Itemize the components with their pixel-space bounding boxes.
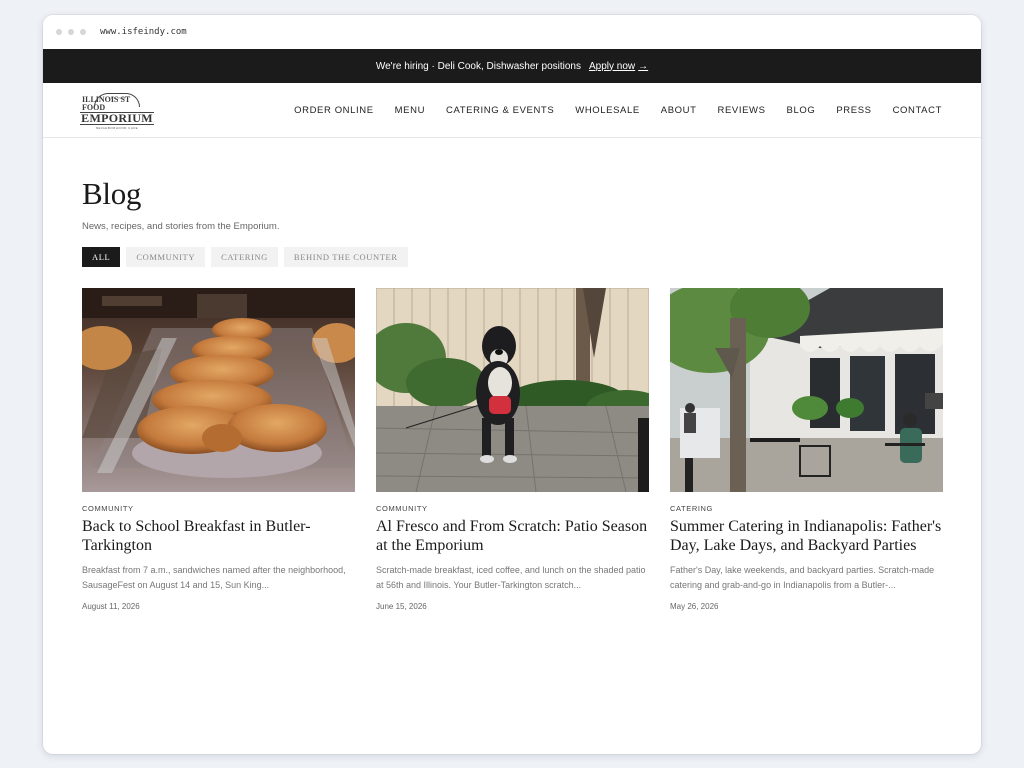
nav-contact[interactable]: CONTACT [893, 105, 942, 116]
nav-about[interactable]: ABOUT [661, 105, 697, 116]
post-category: CATERING [670, 504, 713, 513]
browser-titlebar: www.isfeindy.com [43, 15, 981, 49]
braided-pastry-photo[interactable] [82, 288, 355, 492]
filter-community[interactable]: COMMUNITY [126, 247, 206, 267]
filter-all[interactable]: ALL [82, 247, 121, 267]
blog-content: Blog News, recipes, and stories from the… [43, 176, 981, 611]
nav-catering-events[interactable]: CATERING & EVENTS [446, 105, 554, 116]
main-nav: ORDER ONLINE MENU CATERING & EVENTS WHOL… [294, 105, 942, 116]
nav-press[interactable]: PRESS [836, 105, 871, 116]
post-title[interactable]: Summer Catering in Indianapolis: Father'… [670, 517, 943, 555]
nav-order-online[interactable]: ORDER ONLINE [294, 105, 374, 116]
arrow-right-icon: → [638, 60, 649, 72]
emporium-logo[interactable]: EST. 1976 ILLINOIS ST FOOD EMPORIUM NEIG… [80, 93, 154, 130]
post-date: May 26, 2026 [670, 602, 719, 611]
announcement-text: We're hiring · Deli Cook, Dishwasher pos… [375, 60, 581, 72]
page-subtitle: News, recipes, and stories from the Empo… [82, 221, 280, 232]
logo-estd: EST. 1976 [108, 96, 126, 100]
logo-line3: NEIGHBORHOOD CAFE [95, 126, 139, 130]
post-date: June 15, 2026 [376, 602, 427, 611]
nav-blog[interactable]: BLOG [787, 105, 816, 116]
apply-now-link[interactable]: Apply now → [589, 61, 648, 72]
close-dot-icon[interactable] [56, 29, 62, 35]
address-bar[interactable]: www.isfeindy.com [100, 27, 187, 37]
nav-menu[interactable]: MENU [395, 105, 425, 116]
post-excerpt: Scratch-made breakfast, iced coffee, and… [376, 565, 646, 590]
apply-now-label: Apply now [589, 60, 636, 72]
minimize-dot-icon[interactable] [68, 29, 74, 35]
post-title[interactable]: Al Fresco and From Scratch: Patio Season… [376, 517, 649, 555]
category-filters: ALL COMMUNITY CATERING BEHIND THE COUNTE… [82, 247, 942, 267]
post-category: COMMUNITY [376, 504, 428, 513]
post-date: August 11, 2026 [82, 602, 140, 611]
post-category: COMMUNITY [82, 504, 134, 513]
nav-reviews[interactable]: REVIEWS [718, 105, 766, 116]
maximize-dot-icon[interactable] [80, 29, 86, 35]
logo-line2: EMPORIUM [80, 111, 154, 125]
browser-window: www.isfeindy.com We're hiring · Deli Coo… [43, 15, 981, 754]
post-card[interactable]: CATERING Summer Catering in Indianapolis… [670, 288, 943, 611]
filter-catering[interactable]: CATERING [211, 247, 278, 267]
nav-wholesale[interactable]: WHOLESALE [575, 105, 640, 116]
post-excerpt: Breakfast from 7 a.m., sandwiches named … [82, 565, 346, 590]
post-card[interactable]: COMMUNITY Al Fresco and From Scratch: Pa… [376, 288, 649, 611]
storefront-patio-photo[interactable] [670, 288, 943, 492]
announcement-bar: We're hiring · Deli Cook, Dishwasher pos… [43, 49, 981, 83]
post-card[interactable]: COMMUNITY Back to School Breakfast in Bu… [82, 288, 355, 611]
window-controls [56, 29, 86, 35]
page-title: Blog [82, 176, 142, 211]
post-excerpt: Father's Day, lake weekends, and backyar… [670, 565, 935, 590]
filter-behind-the-counter[interactable]: BEHIND THE COUNTER [283, 247, 408, 267]
site-header: EST. 1976 ILLINOIS ST FOOD EMPORIUM NEIG… [43, 83, 981, 138]
post-grid: COMMUNITY Back to School Breakfast in Bu… [82, 288, 943, 611]
dog-on-patio-photo[interactable] [376, 288, 649, 492]
post-title[interactable]: Back to School Breakfast in Butler-Tarki… [82, 517, 355, 555]
